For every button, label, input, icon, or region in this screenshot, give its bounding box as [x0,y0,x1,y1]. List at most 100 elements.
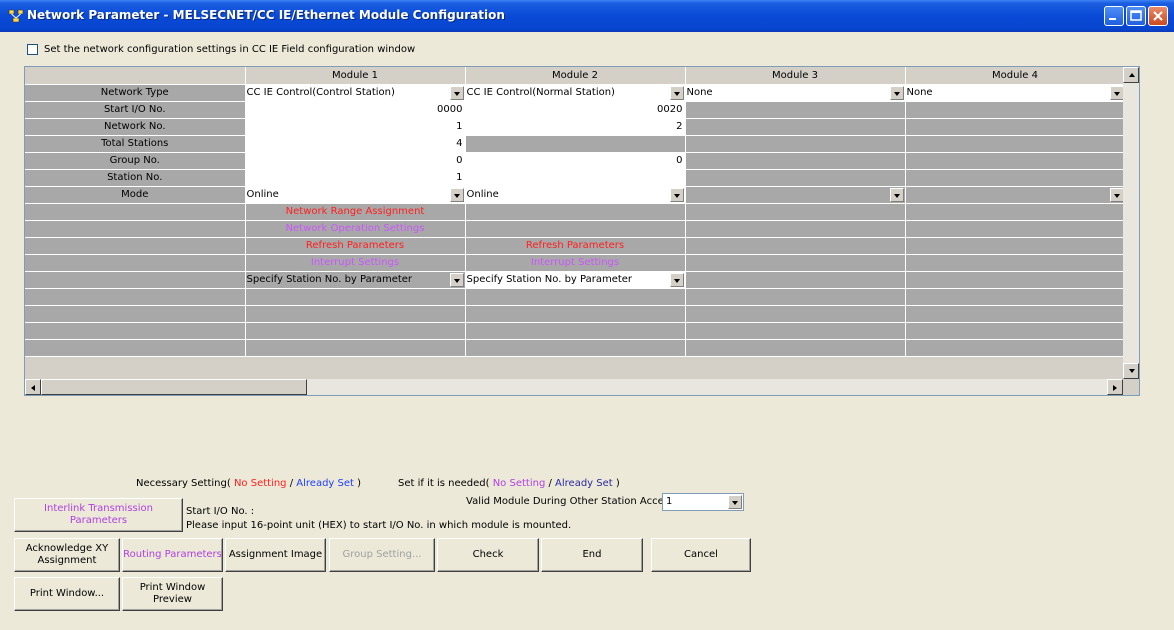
empty-cell [905,220,1126,238]
start-io-cell-module-4 [905,101,1126,119]
network-no-cell-module-3 [685,118,906,136]
chevron-down-icon [673,91,680,96]
row-label-start-io: Start I/O No. [25,101,246,119]
network-no-field-module-1[interactable]: 1 [245,118,466,136]
assignment-image-button[interactable]: Assignment Image [225,538,326,572]
arrow-right-icon [1113,385,1117,391]
total-stations-cell-module-2 [465,135,686,153]
column-header-module-3: Module 3 [685,67,906,85]
horizontal-scrollbar[interactable] [25,379,1123,395]
title-bar[interactable]: Network Parameter - MELSECNET/CC IE/Ethe… [0,0,1174,32]
empty-cell [685,322,906,340]
valid-module-label: Valid Module During Other Station Access [466,496,675,507]
empty-cell [905,254,1126,272]
scroll-left-button[interactable] [25,379,41,395]
check-button[interactable]: Check [437,538,539,572]
network-operation-settings-button[interactable]: Network Operation Settings [245,220,466,238]
horizontal-scroll-thumb[interactable] [41,379,307,395]
dropdown-button[interactable] [449,187,464,202]
print-window-preview-button[interactable]: Print Window Preview [122,577,223,611]
refresh-parameters-button-module-2[interactable]: Refresh Parameters [465,237,686,255]
network-type-select-module-2[interactable]: CC IE Control(Normal Station) [465,84,686,102]
dropdown-button[interactable] [449,85,464,100]
dropdown-button[interactable] [669,187,684,202]
scroll-up-button[interactable] [1123,67,1139,83]
end-button[interactable]: End [541,538,643,572]
group-no-field-module-1[interactable]: 0 [245,152,466,170]
valid-module-select[interactable]: 1 [662,493,744,511]
mode-select-module-1[interactable]: Online [245,186,466,204]
station-spec-select-module-1[interactable]: Specify Station No. by Parameter [245,271,466,289]
network-type-value-module-3: None [686,86,713,98]
minimize-button[interactable] [1104,6,1124,26]
mode-select-module-3[interactable] [685,186,906,204]
station-no-field-module-2[interactable] [465,169,686,187]
group-setting-button[interactable]: Group Setting... [329,538,435,572]
empty-cell [465,203,686,221]
column-header-module-1: Module 1 [245,67,466,85]
dropdown-button[interactable] [669,85,684,100]
acknowledge-xy-assignment-button[interactable]: Acknowledge XY Assignment [14,538,120,572]
interrupt-settings-button-module-2[interactable]: Interrupt Settings [465,254,686,272]
dropdown-button[interactable] [728,495,742,509]
mode-value-module-1: Online [246,188,279,200]
dropdown-button[interactable] [889,85,904,100]
network-type-select-module-1[interactable]: CC IE Control(Control Station) [245,84,466,102]
cancel-button[interactable]: Cancel [651,538,751,572]
start-io-field-module-2[interactable]: 0020 [465,101,686,119]
refresh-parameters-button-module-1[interactable]: Refresh Parameters [245,237,466,255]
empty-cell [685,305,906,323]
network-range-assignment-button[interactable]: Network Range Assignment [245,203,466,221]
network-parameter-window: Network Parameter - MELSECNET/CC IE/Ethe… [0,0,1174,630]
cc-ie-field-config-checkbox[interactable] [27,44,38,55]
scroll-down-button[interactable] [1123,363,1139,379]
module-table: Module 1 Module 2 Module 3 Module 4 Netw… [25,67,1126,357]
necessary-setting-prefix: Necessary Setting( [136,478,231,489]
start-io-field-module-1[interactable]: 0000 [245,101,466,119]
empty-cell [905,339,1126,357]
total-stations-cell-module-3 [685,135,906,153]
dropdown-button[interactable] [889,187,904,202]
empty-cell [685,203,906,221]
vertical-scrollbar[interactable] [1123,67,1139,379]
row-label-network-no: Network No. [25,118,246,136]
maximize-icon [1130,10,1142,21]
interlink-transmission-parameters-button[interactable]: Interlink Transmission Parameters [14,498,183,532]
valid-module-value: 1 [666,496,673,507]
dropdown-button[interactable] [1109,85,1124,100]
necessary-setting-legend: Necessary Setting( No Setting / Already … [136,478,361,489]
total-stations-field-module-1[interactable]: 4 [245,135,466,153]
mode-select-module-2[interactable]: Online [465,186,686,204]
station-spec-select-module-2[interactable]: Specify Station No. by Parameter [465,271,686,289]
cc-ie-field-config-option[interactable]: Set the network configuration settings i… [27,44,415,58]
print-window-button[interactable]: Print Window... [14,577,120,611]
legend-close: ) [357,478,362,489]
network-type-select-module-3[interactable]: None [685,84,906,102]
interrupt-settings-button-module-1[interactable]: Interrupt Settings [245,254,466,272]
empty-row-label [25,271,246,289]
routing-parameters-button[interactable]: Routing Parameters [122,538,223,572]
empty-cell [685,254,906,272]
network-type-select-module-4[interactable]: None [905,84,1126,102]
empty-cell [905,271,1126,289]
dropdown-button[interactable] [669,272,684,287]
network-app-icon [8,9,24,23]
optional-no-setting: No Setting [492,478,546,489]
maximize-button[interactable] [1126,6,1146,26]
station-no-field-module-1[interactable]: 1 [245,169,466,187]
mode-select-module-4[interactable] [905,186,1126,204]
group-no-field-module-2[interactable]: 0 [465,152,686,170]
arrow-left-icon [31,385,35,391]
empty-cell [245,288,466,306]
dropdown-button[interactable] [1109,187,1124,202]
scroll-right-button[interactable] [1107,379,1123,395]
close-button[interactable] [1148,6,1168,26]
empty-row-label [25,339,246,357]
chevron-down-icon [732,501,738,505]
chevron-down-icon [453,193,460,198]
dropdown-button[interactable] [449,272,464,287]
empty-cell [905,288,1126,306]
empty-cell [245,305,466,323]
legend-close: ) [615,478,620,489]
network-no-field-module-2[interactable]: 2 [465,118,686,136]
